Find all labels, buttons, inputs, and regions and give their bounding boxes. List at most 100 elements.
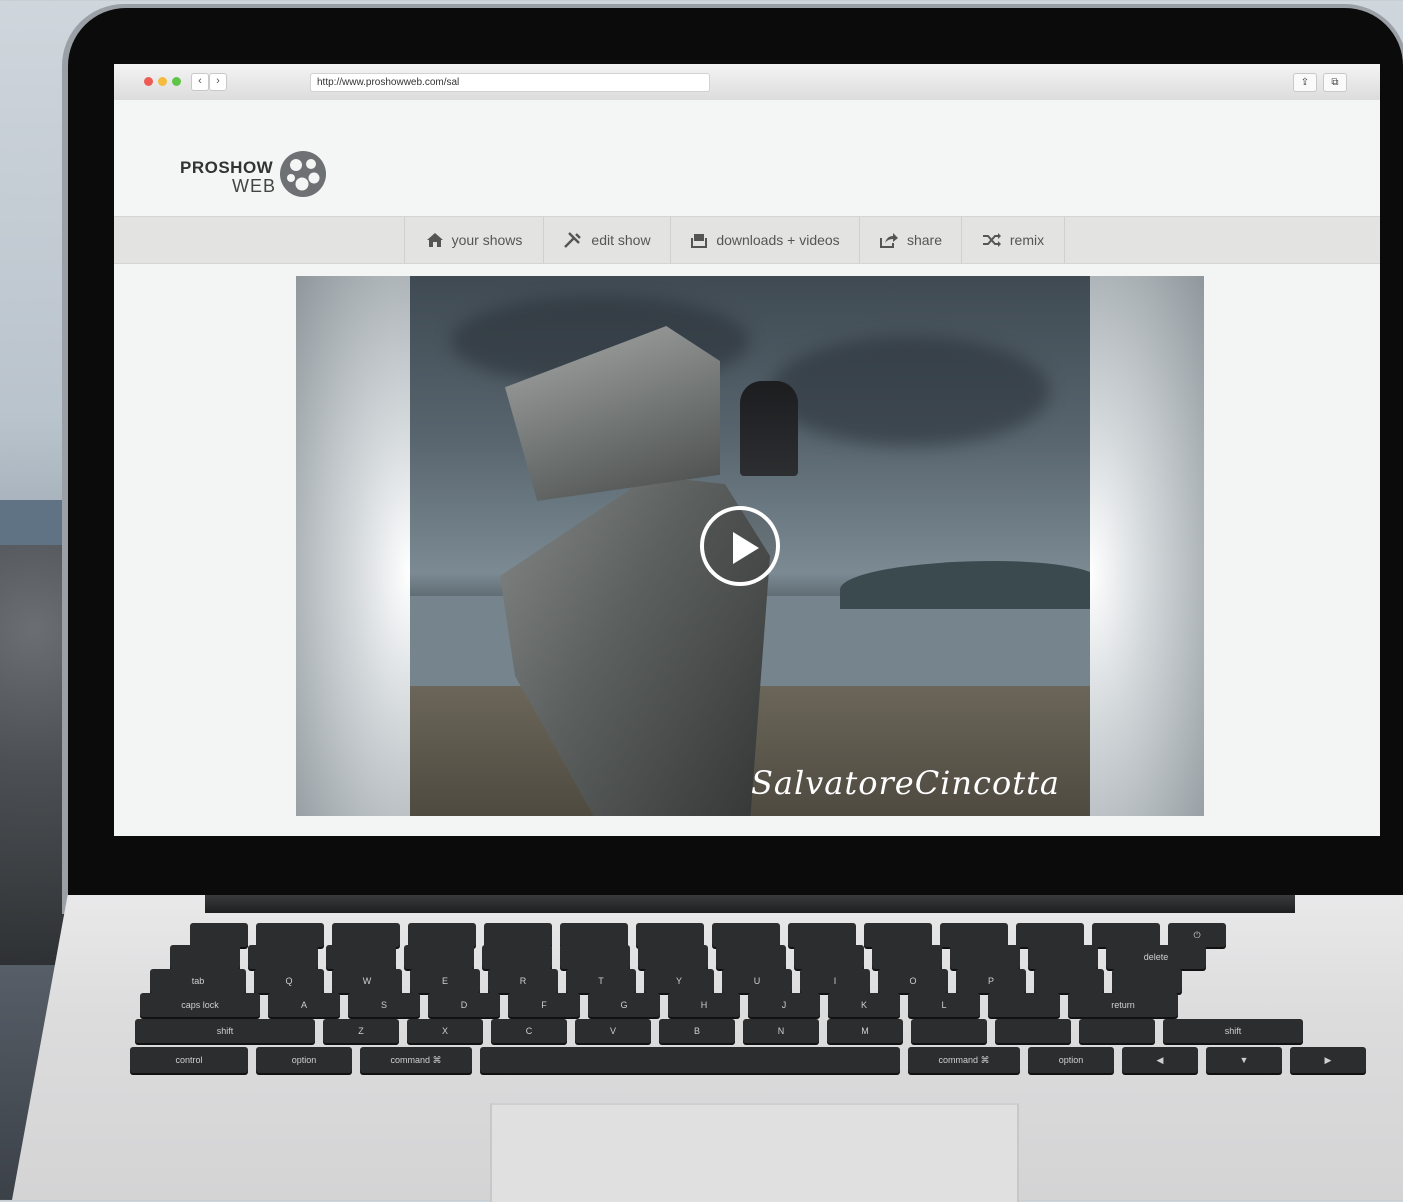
video-player[interactable]: SalvatoreCincotta: [296, 276, 1204, 816]
key[interactable]: [864, 923, 932, 947]
key[interactable]: [560, 923, 628, 947]
key-l[interactable]: L: [908, 993, 980, 1017]
key-t[interactable]: T: [566, 969, 636, 993]
space-bar[interactable]: [480, 1047, 900, 1073]
key[interactable]: [1028, 945, 1098, 969]
key-r[interactable]: R: [488, 969, 558, 993]
key-i[interactable]: I: [800, 969, 870, 993]
key-d[interactable]: D: [428, 993, 500, 1017]
key[interactable]: [482, 945, 552, 969]
key-w[interactable]: W: [332, 969, 402, 993]
key[interactable]: [950, 945, 1020, 969]
key[interactable]: [940, 923, 1008, 947]
film-reel-icon[interactable]: [280, 151, 326, 197]
key-m[interactable]: M: [827, 1019, 903, 1043]
key-f[interactable]: F: [508, 993, 580, 1017]
key[interactable]: [636, 923, 704, 947]
key[interactable]: [484, 923, 552, 947]
key[interactable]: [872, 945, 942, 969]
key[interactable]: [332, 923, 400, 947]
key[interactable]: [404, 945, 474, 969]
arrow-down-key[interactable]: ▼: [1206, 1047, 1282, 1073]
shift-row: shift Z X C V B N M shift: [135, 1019, 1303, 1043]
key-z[interactable]: Z: [323, 1019, 399, 1043]
key-o[interactable]: O: [878, 969, 948, 993]
key-b[interactable]: B: [659, 1019, 735, 1043]
share-page-button[interactable]: ⇪: [1293, 73, 1317, 92]
key-y[interactable]: Y: [644, 969, 714, 993]
key-x[interactable]: X: [407, 1019, 483, 1043]
minimize-window-dot[interactable]: [158, 77, 167, 86]
arrow-left-key[interactable]: ◀: [1122, 1047, 1198, 1073]
return-key[interactable]: return: [1068, 993, 1178, 1017]
key[interactable]: [560, 945, 630, 969]
command-key-left[interactable]: command ⌘: [360, 1047, 472, 1073]
distant-hill: [840, 561, 1090, 609]
trackpad[interactable]: [490, 1103, 1019, 1202]
logo-wordmark-sub[interactable]: WEB: [232, 176, 276, 197]
key-g[interactable]: G: [588, 993, 660, 1017]
key-n[interactable]: N: [743, 1019, 819, 1043]
delete-key[interactable]: delete: [1106, 945, 1206, 969]
cloud: [770, 336, 1050, 446]
key[interactable]: [248, 945, 318, 969]
key[interactable]: [716, 945, 786, 969]
key[interactable]: [170, 945, 240, 969]
nav-edit-show[interactable]: edit show: [543, 217, 670, 263]
download-tray-icon: [691, 234, 708, 248]
key-h[interactable]: H: [668, 993, 740, 1017]
key[interactable]: [1016, 923, 1084, 947]
nav-label: edit show: [591, 232, 651, 248]
shift-key-left[interactable]: shift: [135, 1019, 315, 1043]
key-q[interactable]: Q: [254, 969, 324, 993]
arrow-right-key[interactable]: ▶: [1290, 1047, 1366, 1073]
nav-your-shows[interactable]: your shows: [404, 217, 543, 263]
key[interactable]: [1034, 969, 1104, 993]
option-key-right[interactable]: option: [1028, 1047, 1114, 1073]
address-bar[interactable]: http://www.proshowweb.com/sal: [310, 73, 710, 92]
back-button[interactable]: ‹: [191, 73, 209, 91]
key[interactable]: [995, 1019, 1071, 1043]
power-key[interactable]: ⏻: [1168, 923, 1226, 947]
option-key-left[interactable]: option: [256, 1047, 352, 1073]
caps-lock-key[interactable]: caps lock: [140, 993, 260, 1017]
key-j[interactable]: J: [748, 993, 820, 1017]
key[interactable]: [408, 923, 476, 947]
key[interactable]: [638, 945, 708, 969]
key[interactable]: [788, 923, 856, 947]
tab-key[interactable]: tab: [150, 969, 246, 993]
shift-key-right[interactable]: shift: [1163, 1019, 1303, 1043]
logo-wordmark[interactable]: PROSHOW: [180, 158, 273, 178]
command-key-right[interactable]: command ⌘: [908, 1047, 1020, 1073]
key[interactable]: [911, 1019, 987, 1043]
key-p[interactable]: P: [956, 969, 1026, 993]
play-button[interactable]: [700, 506, 780, 586]
key[interactable]: [794, 945, 864, 969]
control-key[interactable]: control: [130, 1047, 248, 1073]
nav-label: share: [906, 232, 943, 248]
nav-label: remix: [1009, 232, 1045, 248]
nav-share[interactable]: share: [859, 217, 961, 263]
forward-button[interactable]: ›: [209, 73, 227, 91]
key[interactable]: [1092, 923, 1160, 947]
key[interactable]: [256, 923, 324, 947]
key[interactable]: [326, 945, 396, 969]
key-k[interactable]: K: [828, 993, 900, 1017]
key[interactable]: [988, 993, 1060, 1017]
key-s[interactable]: S: [348, 993, 420, 1017]
key[interactable]: [1079, 1019, 1155, 1043]
close-window-dot[interactable]: [144, 77, 153, 86]
key[interactable]: [190, 923, 248, 947]
nav-downloads-videos[interactable]: downloads + videos: [670, 217, 859, 263]
key[interactable]: [712, 923, 780, 947]
laptop-screen: ‹ › http://www.proshowweb.com/sal ⇪ ⧉ PR…: [114, 64, 1380, 836]
key-v[interactable]: V: [575, 1019, 651, 1043]
nav-remix[interactable]: remix: [961, 217, 1064, 263]
tabs-overview-button[interactable]: ⧉: [1323, 73, 1347, 92]
key-c[interactable]: C: [491, 1019, 567, 1043]
zoom-window-dot[interactable]: [172, 77, 181, 86]
key-u[interactable]: U: [722, 969, 792, 993]
key-a[interactable]: A: [268, 993, 340, 1017]
key-e[interactable]: E: [410, 969, 480, 993]
key[interactable]: [1112, 969, 1182, 993]
